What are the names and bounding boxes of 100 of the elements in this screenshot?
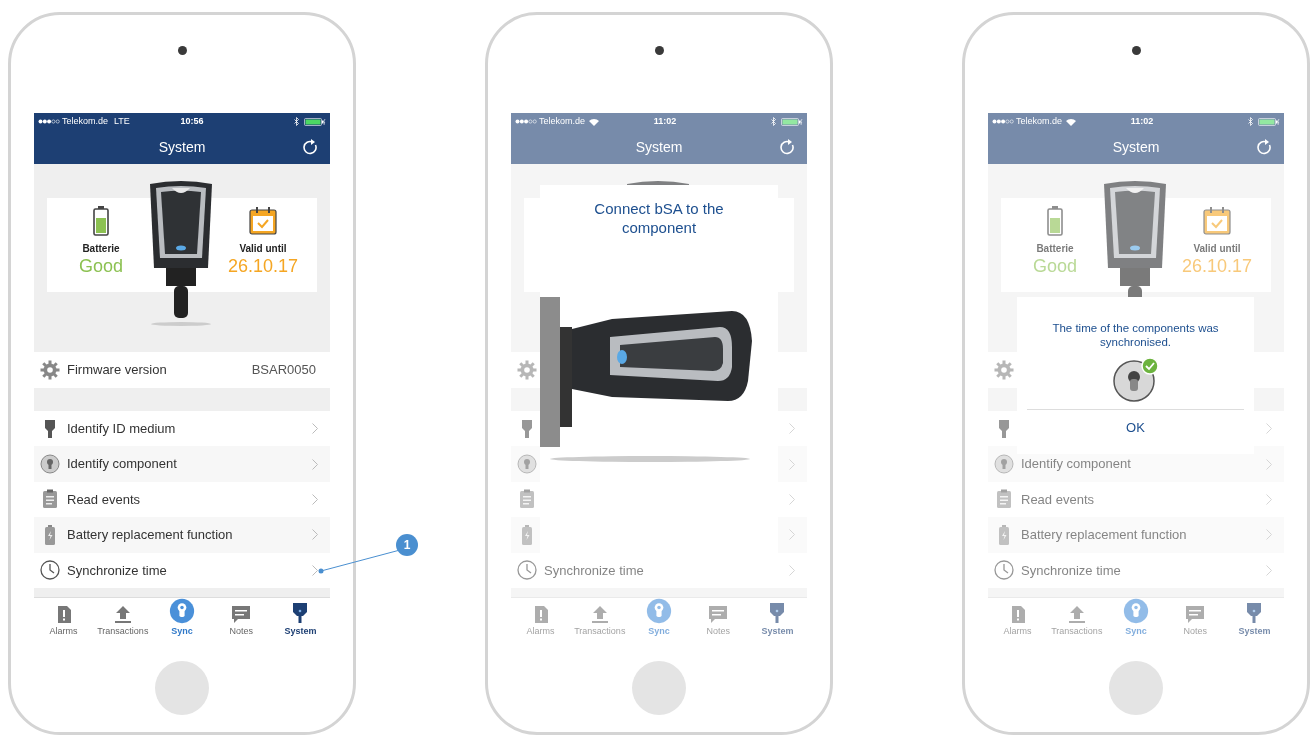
tab-button[interactable]: System: [1224, 597, 1284, 638]
key-icon: [1246, 601, 1263, 624]
bluetooth-icon: [1248, 117, 1254, 126]
menu-row-label: Read events: [67, 490, 140, 509]
ok-button[interactable]: OK: [1116, 416, 1155, 440]
menu-row[interactable]: Synchronize time: [988, 552, 1284, 588]
tab-button[interactable]: System: [270, 597, 330, 638]
upload-icon: [1066, 603, 1087, 624]
wifi-icon: [589, 117, 600, 126]
camera-icon: [654, 46, 664, 55]
chevron-icon: [1266, 493, 1272, 505]
clock-icon: [994, 560, 1014, 581]
key-icon: [44, 418, 56, 439]
firmware-label: Firmware version: [67, 361, 167, 380]
menu-row[interactable]: Synchronize time: [34, 552, 330, 588]
tab-button[interactable]: Alarms: [988, 597, 1048, 638]
valid-until-date: 26.10.17: [227, 256, 299, 276]
battery-status-icon: [1258, 117, 1280, 126]
battery-label: Batterie: [1036, 242, 1074, 256]
callout-badge: 1: [396, 534, 418, 556]
screen-title: System: [1112, 137, 1160, 157]
menu-row-label: Synchronize time: [67, 561, 167, 580]
chevron-icon: [1266, 423, 1272, 435]
menu-row-label: Synchronize time: [1021, 561, 1121, 580]
menu-row[interactable]: Identify component: [34, 446, 330, 482]
chevron-icon: [789, 493, 795, 505]
battery-status-icon: [304, 117, 326, 126]
speech-bubble-icon: [1185, 603, 1206, 624]
tab-button[interactable]: Transactions: [570, 597, 630, 638]
key-icon: [769, 601, 786, 624]
chevron-icon: [1266, 564, 1272, 576]
menu-row[interactable]: Battery replacement function: [34, 517, 330, 553]
camera-icon: [1131, 46, 1141, 55]
clipboard-icon: [996, 489, 1012, 510]
signal-icon: [992, 119, 1014, 124]
chevron-icon: [312, 458, 318, 470]
clipboard-icon: [519, 489, 535, 510]
dialog-message: The time of the components was synchronised.: [1051, 321, 1220, 349]
tab-button[interactable]: Sync: [629, 597, 689, 638]
valid-until-date: 26.10.17: [1181, 256, 1253, 276]
tab-button[interactable]: Sync: [152, 597, 212, 638]
menu-row[interactable]: Read events: [34, 481, 330, 518]
tab-button[interactable]: Notes: [211, 597, 271, 638]
status-time: 10:56: [180, 114, 205, 128]
upload-icon: [112, 603, 133, 624]
tab-button[interactable]: Alarms: [511, 597, 571, 638]
tab-button[interactable]: Sync: [1106, 597, 1166, 638]
key-icon: [998, 418, 1010, 439]
tab-button[interactable]: Transactions: [93, 597, 153, 638]
key-icon: [521, 418, 533, 439]
valid-until-label: Valid until: [239, 242, 287, 256]
keyhole-icon: [1123, 597, 1149, 624]
clipboard-icon: [42, 489, 58, 510]
menu-row[interactable]: Battery replacement function: [988, 517, 1284, 553]
keyhole-icon: [517, 454, 537, 475]
carrier-label: Telekom.de: [539, 114, 586, 128]
keyhole-check-icon: [1111, 357, 1160, 403]
upload-icon: [589, 603, 610, 624]
chevron-icon: [789, 458, 795, 470]
battery-value: Good: [78, 256, 123, 276]
status-time: 11:02: [653, 114, 678, 128]
key-icon: [292, 601, 309, 624]
keyhole-icon: [646, 597, 672, 624]
status-time: 11:02: [1130, 114, 1155, 128]
tab-button[interactable]: Alarms: [34, 597, 94, 638]
battery-level-icon: [1047, 206, 1063, 236]
menu-row-label: Identify ID medium: [67, 419, 176, 438]
chevron-icon: [1266, 458, 1272, 470]
menu-row-label: Identify component: [1021, 455, 1131, 474]
menu-row-label: Battery replacement function: [67, 526, 233, 545]
menu-row-label: Synchronize time: [544, 561, 644, 580]
dialog-message: Connect bSA to the component: [593, 199, 725, 237]
menu-row[interactable]: Read events: [988, 481, 1284, 518]
chevron-icon: [312, 423, 318, 435]
menu-row-label: Battery replacement function: [1021, 526, 1187, 545]
battery-icon: [44, 524, 56, 545]
camera-icon: [177, 46, 187, 55]
clock-icon: [517, 560, 537, 581]
battery-icon: [521, 524, 533, 545]
tab-button[interactable]: Transactions: [1047, 597, 1107, 638]
firmware-value: BSAR0050: [251, 361, 316, 380]
keyhole-icon: [40, 454, 60, 475]
chevron-icon: [312, 529, 318, 541]
chevron-icon: [1266, 529, 1272, 541]
gear-icon: [994, 360, 1014, 380]
chevron-icon: [312, 493, 318, 505]
menu-row-label: Identify component: [67, 455, 177, 474]
refresh-icon[interactable]: [302, 138, 320, 156]
keyhole-icon: [994, 454, 1014, 475]
tab-button[interactable]: Notes: [688, 597, 748, 638]
valid-until-label: Valid until: [1193, 242, 1241, 256]
gear-icon: [517, 360, 537, 380]
chevron-icon: [789, 423, 795, 435]
menu-row[interactable]: Identify ID medium: [34, 411, 330, 447]
tab-button[interactable]: Notes: [1165, 597, 1225, 638]
signal-icon: [515, 119, 537, 124]
gear-icon: [40, 360, 60, 380]
tab-button[interactable]: System: [747, 597, 807, 638]
battery-status-icon: [781, 117, 803, 126]
carrier-label: Telekom.de: [1016, 114, 1063, 128]
